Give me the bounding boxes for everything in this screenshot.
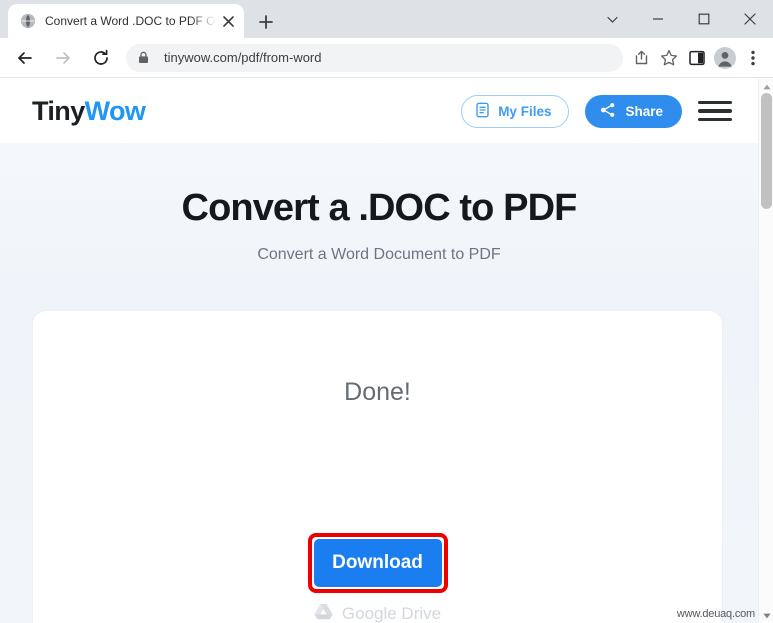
google-drive-icon [314, 603, 333, 623]
tab-title: Convert a Word .DOC to PDF Onl [45, 14, 216, 28]
chrome-menu-icon[interactable] [739, 44, 767, 72]
tinywow-logo[interactable]: TinyWow [32, 95, 146, 127]
share-button[interactable]: Share [585, 94, 682, 128]
maximize-icon[interactable] [681, 0, 727, 38]
profile-avatar-icon[interactable] [711, 44, 739, 72]
browser-tab[interactable]: Convert a Word .DOC to PDF Onl [8, 4, 244, 38]
window-controls [589, 0, 773, 38]
address-bar[interactable]: tinywow.com/pdf/from-word [126, 43, 623, 72]
page-viewport: TinyWow My Files Share Convert a .DOC to… [0, 79, 773, 623]
reload-icon[interactable] [86, 43, 116, 73]
scroll-up-icon[interactable] [759, 79, 773, 94]
side-panel-icon[interactable] [683, 44, 711, 72]
share-label: Share [625, 103, 663, 119]
google-drive-option[interactable]: Google Drive [33, 603, 722, 623]
share-page-icon[interactable] [627, 44, 655, 72]
hamburger-menu-icon[interactable] [698, 98, 732, 124]
page-title: Convert a .DOC to PDF [181, 187, 578, 229]
close-window-icon[interactable] [727, 0, 773, 38]
logo-part-wow: Wow [84, 95, 146, 126]
tab-strip: Convert a Word .DOC to PDF Onl [0, 0, 773, 38]
tool-card: Done! Download Google Drive [32, 310, 723, 623]
close-tab-icon[interactable] [220, 13, 236, 29]
new-tab-button[interactable] [252, 8, 280, 36]
header-actions: My Files Share [461, 94, 732, 128]
scroll-down-icon[interactable] [759, 608, 773, 623]
bookmark-star-icon[interactable] [655, 44, 683, 72]
logo-part-tiny: Tiny [32, 95, 85, 126]
document-icon [475, 102, 490, 121]
browser-toolbar: tinywow.com/pdf/from-word [0, 38, 773, 78]
chevron-down-icon[interactable] [589, 0, 635, 38]
google-drive-label: Google Drive [341, 604, 442, 623]
globe-icon [20, 13, 36, 29]
page-scrollbar[interactable] [758, 79, 773, 623]
site-header: TinyWow My Files Share [0, 79, 758, 143]
page-subtitle: Convert a Word Document to PDF [257, 246, 501, 263]
download-button[interactable]: Download [313, 539, 442, 587]
lock-icon [138, 51, 152, 64]
watermark-text: www.deuaq.com [676, 608, 755, 620]
url-text: tinywow.com/pdf/from-word [164, 50, 322, 65]
status-text: Done! [344, 378, 411, 406]
back-arrow-icon[interactable] [10, 43, 40, 73]
download-area: Download [33, 533, 722, 593]
browser-window: Convert a Word .DOC to PDF Onl tinywow.c… [0, 0, 773, 623]
download-highlight-box: Download [307, 533, 448, 593]
forward-arrow-icon [48, 43, 78, 73]
my-files-button[interactable]: My Files [461, 94, 570, 128]
my-files-label: My Files [498, 103, 552, 119]
tinywow-page: TinyWow My Files Share Convert a .DOC to… [0, 79, 758, 623]
scrollbar-thumb[interactable] [761, 93, 772, 209]
minimize-icon[interactable] [635, 0, 681, 38]
share-nodes-icon [600, 102, 616, 121]
